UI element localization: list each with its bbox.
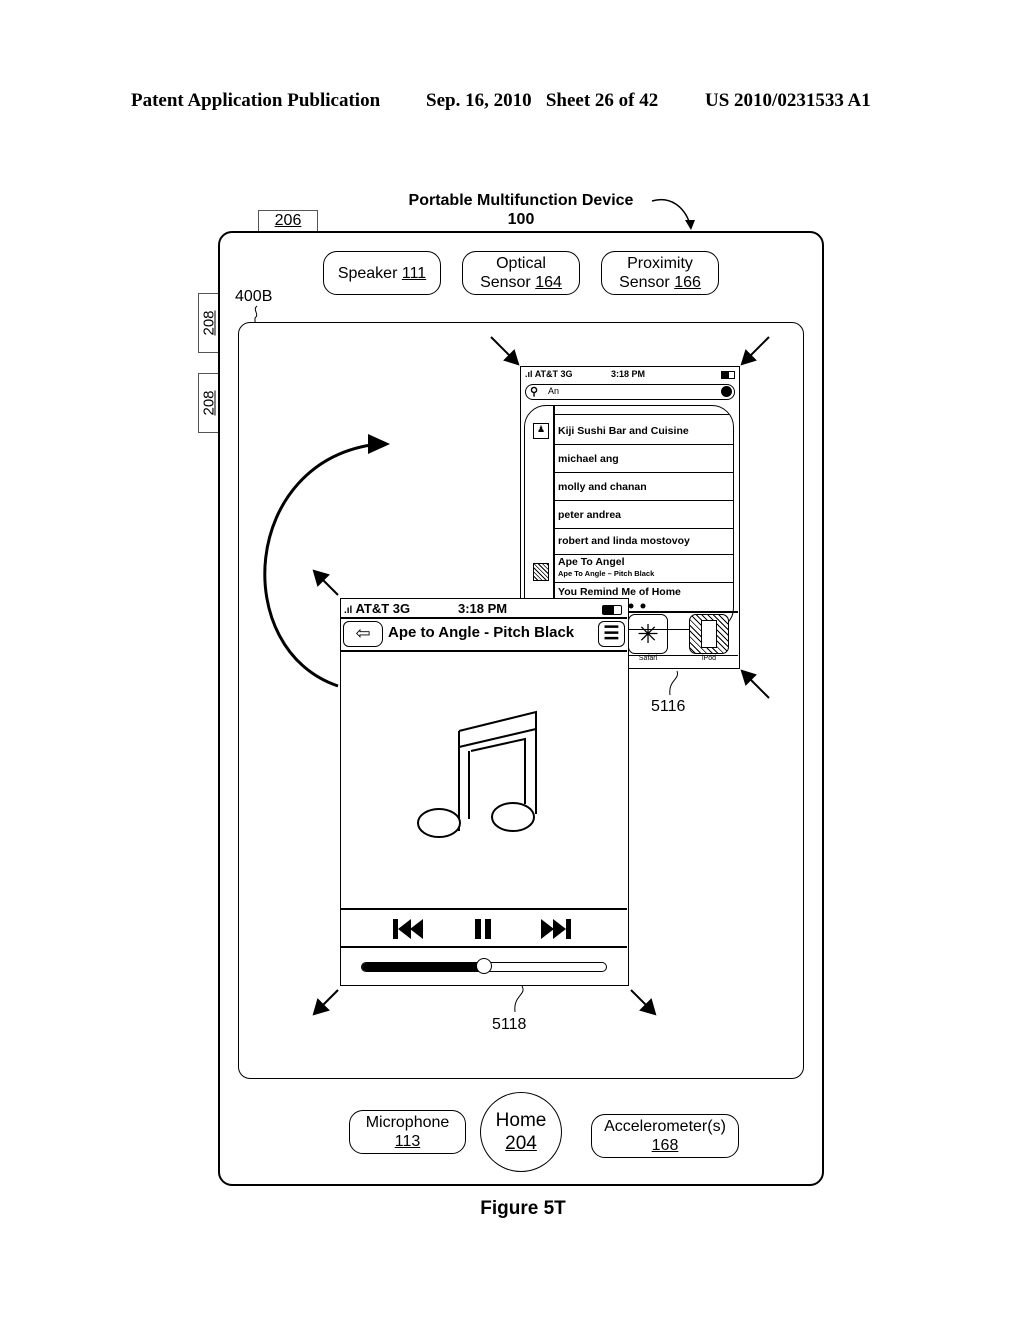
accelerometer-label: Accelerometer(s) (604, 1118, 726, 1135)
progress-knob[interactable] (476, 958, 492, 974)
home-button[interactable]: Home 204 (480, 1092, 562, 1172)
home-ref: 204 (505, 1133, 537, 1154)
battery-icon (602, 605, 622, 615)
ref-5118: 5118 (492, 1016, 527, 1033)
microphone-pill: Microphone 113 (349, 1110, 466, 1154)
front-carrier: AT&T 3G (355, 601, 411, 616)
page-dot (628, 603, 634, 609)
list-icon: ☰ (603, 623, 620, 643)
ref-5116-leader (669, 670, 678, 696)
accelerometer-pill: Accelerometer(s) 168 (591, 1114, 739, 1158)
front-time: 3:18 PM (458, 601, 508, 616)
front-status-bar: .ıl AT&T 3G 3:18 PM (344, 601, 624, 617)
microphone-label: Microphone (365, 1114, 450, 1131)
now-playing-title: Ape to Angle - Pitch Black (388, 624, 575, 641)
pause-button[interactable] (472, 917, 496, 941)
page-dot (640, 603, 646, 609)
back-button[interactable]: ⇦ (343, 621, 383, 647)
track-list-button[interactable]: ☰ (598, 621, 625, 647)
accelerometer-ref: 168 (651, 1137, 679, 1154)
microphone-ref: 113 (394, 1133, 421, 1150)
ref-5118-leader (514, 985, 524, 1013)
progress-fill (362, 963, 484, 971)
home-label: Home (495, 1110, 547, 1131)
music-note-icon (417, 710, 537, 838)
ref-5116: 5116 (651, 698, 686, 715)
front-phone-music-screen: .ıl AT&T 3G 3:18 PM ⇦ Ape to Angle - Pit… (340, 598, 629, 986)
previous-track-button[interactable] (391, 917, 431, 941)
back-arrow-icon: ⇦ (355, 623, 371, 643)
signal-icon: .ıl (344, 605, 353, 616)
next-track-button[interactable] (539, 917, 579, 941)
figure-caption: Figure 5T (480, 1198, 566, 1219)
